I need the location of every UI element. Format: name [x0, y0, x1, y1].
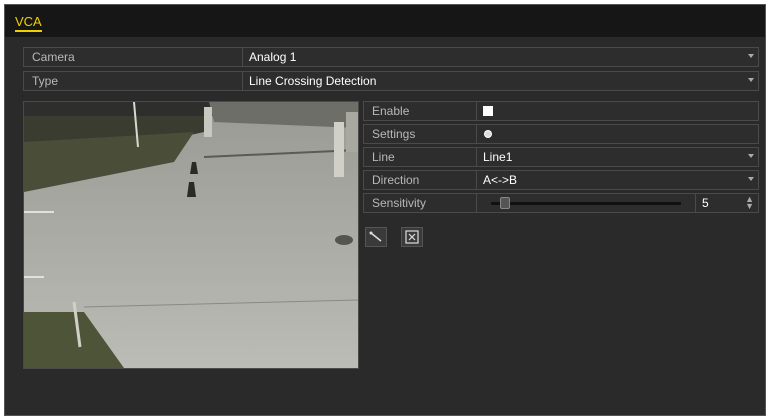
clear-button[interactable]	[401, 227, 423, 247]
clear-icon	[405, 230, 419, 244]
tab-vca[interactable]: VCA	[15, 14, 42, 32]
enable-row: Enable	[363, 101, 759, 121]
direction-select[interactable]: A<->B	[476, 171, 758, 189]
type-label: Type	[32, 74, 59, 88]
sensitivity-label: Sensitivity	[372, 196, 427, 210]
line-label: Line	[372, 150, 395, 164]
line-row: Line Line1	[363, 147, 759, 167]
gear-icon[interactable]	[484, 130, 492, 138]
preview-image	[24, 102, 358, 368]
line-value: Line1	[483, 150, 513, 164]
direction-row: Direction A<->B	[363, 170, 759, 190]
sensitivity-cell: 5 ▲ ▼	[476, 194, 758, 212]
sensitivity-spinbox[interactable]: 5 ▲ ▼	[695, 194, 758, 212]
settings-cell	[476, 125, 758, 143]
enable-cell	[476, 102, 758, 120]
draw-line-button[interactable]	[365, 227, 387, 247]
camera-preview[interactable]	[23, 101, 359, 369]
chevron-down-icon	[748, 78, 754, 82]
camera-row: Camera Analog 1	[23, 47, 759, 67]
line-select[interactable]: Line1	[476, 148, 758, 166]
camera-label: Camera	[32, 50, 75, 64]
settings-label: Settings	[372, 127, 416, 141]
type-select[interactable]: Line Crossing Detection	[242, 72, 758, 90]
sensitivity-row: Sensitivity 5 ▲ ▼	[363, 193, 759, 213]
title-bar: VCA	[5, 5, 765, 37]
draw-line-icon	[369, 231, 382, 242]
chevron-down-icon	[748, 154, 754, 158]
sensitivity-slider-track[interactable]	[491, 202, 681, 205]
chevron-down-icon	[748, 177, 754, 181]
direction-value: A<->B	[483, 173, 518, 187]
settings-row: Settings	[363, 124, 759, 144]
camera-select[interactable]: Analog 1	[242, 48, 758, 66]
sensitivity-slider-thumb[interactable]	[500, 197, 510, 209]
camera-value: Analog 1	[249, 50, 297, 64]
enable-checkbox[interactable]	[483, 106, 493, 116]
sensitivity-value: 5	[702, 196, 709, 210]
enable-label: Enable	[372, 104, 410, 118]
vca-window: VCA Camera Analog 1 Type Line Crossing D…	[4, 4, 766, 416]
spin-arrows-icon[interactable]: ▲ ▼	[745, 195, 754, 211]
chevron-down-icon	[748, 54, 754, 58]
type-value: Line Crossing Detection	[249, 74, 377, 88]
direction-label: Direction	[372, 173, 420, 187]
type-row: Type Line Crossing Detection	[23, 71, 759, 91]
